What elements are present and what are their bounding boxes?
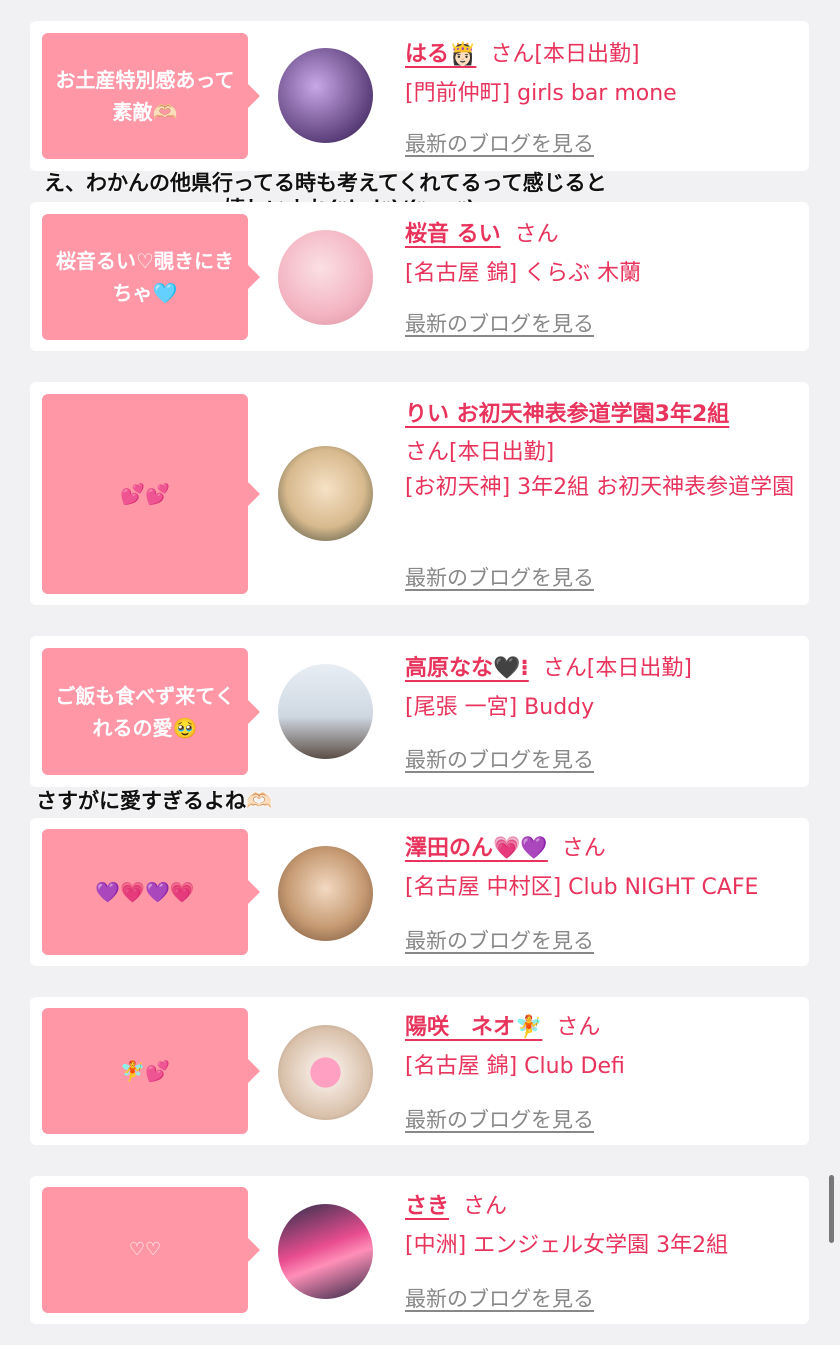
shop-name: [名古屋 錦] くらぶ 木蘭 bbox=[405, 261, 642, 286]
shop-name: [中洲] エンジェル女学園 3年2組 bbox=[405, 1233, 729, 1258]
message-text: 🧚💕 bbox=[120, 1059, 170, 1083]
message-text: 💕💕 bbox=[120, 482, 170, 506]
latest-blog-link[interactable]: 最新のブログを見る bbox=[405, 562, 594, 592]
diary-card: ご飯も食べず来てくれるの愛🥹 高原なな🖤⁝ さん[本日出勤] [尾張 一宮] Bu… bbox=[30, 636, 809, 787]
shop-name: [門前仲町] girls bar mone bbox=[405, 81, 677, 106]
shop-name: [尾張 一宮] Buddy bbox=[405, 695, 595, 720]
message-text: 💜💗💜💗 bbox=[95, 880, 195, 904]
diary-card: 💜💗💜💗 澤田のん💗💜 さん [名古屋 中村区] Club NIGHT CAFE … bbox=[30, 818, 809, 966]
diary-card: 桜音るい♡覗きにきちゃ🩵 桜音 るい さん [名古屋 錦] くらぶ 木蘭 最新のブ… bbox=[30, 202, 809, 351]
latest-blog-link[interactable]: 最新のブログを見る bbox=[405, 1104, 594, 1134]
cast-name-link[interactable]: りい お初天神表参道学園3年2組 bbox=[405, 402, 729, 427]
avatar[interactable] bbox=[278, 1204, 373, 1299]
message-text: ♡♡ bbox=[128, 1239, 162, 1260]
cast-name-link[interactable]: さき bbox=[405, 1194, 449, 1219]
message-text: お土産特別感あって素敵🫶🏻 bbox=[55, 68, 235, 124]
status-badge: [本日出勤] bbox=[534, 42, 640, 67]
shop-name: [名古屋 錦] Club Defi bbox=[405, 1054, 625, 1079]
diary-card: 💕💕 りい お初天神表参道学園3年2組 さん[本日出勤] [お初天神] 3年2組… bbox=[30, 382, 809, 605]
avatar[interactable] bbox=[278, 446, 373, 541]
latest-blog-link[interactable]: 最新のブログを見る bbox=[405, 1283, 594, 1313]
avatar[interactable] bbox=[278, 664, 373, 759]
status-badge: [本日出勤] bbox=[449, 440, 555, 465]
san-suffix: さん bbox=[542, 656, 587, 681]
message-bubble: 💜💗💜💗 bbox=[42, 829, 260, 955]
san-suffix: さん bbox=[556, 1015, 601, 1040]
avatar[interactable] bbox=[278, 48, 373, 143]
message-bubble: 🧚💕 bbox=[42, 1008, 260, 1134]
san-suffix: さん bbox=[463, 1194, 508, 1219]
avatar[interactable] bbox=[278, 230, 373, 325]
message-bubble: 桜音るい♡覗きにきちゃ🩵 bbox=[42, 214, 260, 340]
shop-name: [お初天神] 3年2組 お初天神表参道学園 bbox=[405, 475, 795, 500]
diary-card: 🧚💕 陽咲 ネオ🧚 さん [名古屋 錦] Club Defi 最新のブログを見る bbox=[30, 997, 809, 1145]
status-badge: [本日出勤] bbox=[586, 656, 692, 681]
message-bubble: ご飯も食べず来てくれるの愛🥹 bbox=[42, 648, 260, 775]
shop-name: [名古屋 中村区] Club NIGHT CAFE bbox=[405, 875, 759, 900]
cast-name-link[interactable]: はる👸🏻 bbox=[405, 42, 476, 67]
diary-card: お土産特別感あって素敵🫶🏻 はる👸🏻 さん[本日出勤] [門前仲町] girls … bbox=[30, 21, 809, 171]
cast-name-link[interactable]: 澤田のん💗💜 bbox=[405, 836, 548, 861]
san-suffix: さん bbox=[490, 42, 535, 67]
latest-blog-link[interactable]: 最新のブログを見る bbox=[405, 925, 594, 955]
latest-blog-link[interactable]: 最新のブログを見る bbox=[405, 308, 594, 338]
avatar[interactable] bbox=[278, 1025, 373, 1120]
cast-name-link[interactable]: 高原なな🖤⁝ bbox=[405, 656, 529, 681]
cast-name-link[interactable]: 陽咲 ネオ🧚 bbox=[405, 1015, 542, 1040]
overlay-caption: え、わかんの他県行ってる時も考えてくれてるって感じると bbox=[44, 171, 607, 195]
overlay-caption: さすがに愛すぎるよね🫶🏻 bbox=[36, 789, 273, 813]
latest-blog-link[interactable]: 最新のブログを見る bbox=[405, 744, 594, 774]
san-suffix: さん bbox=[561, 836, 606, 861]
message-text: 桜音るい♡覗きにきちゃ🩵 bbox=[56, 249, 234, 305]
diary-card: ♡♡ さき さん [中洲] エンジェル女学園 3年2組 最新のブログを見る bbox=[30, 1176, 809, 1324]
scrollbar[interactable] bbox=[829, 1175, 834, 1243]
cast-name-link[interactable]: 桜音 るい bbox=[405, 222, 501, 247]
san-suffix: さん bbox=[405, 440, 450, 465]
message-bubble: ♡♡ bbox=[42, 1187, 260, 1313]
avatar[interactable] bbox=[278, 846, 373, 941]
message-bubble: 💕💕 bbox=[42, 394, 260, 594]
message-text: ご飯も食べず来てくれるの愛🥹 bbox=[55, 683, 235, 740]
san-suffix: さん bbox=[514, 222, 559, 247]
latest-blog-link[interactable]: 最新のブログを見る bbox=[405, 128, 594, 158]
message-bubble: お土産特別感あって素敵🫶🏻 bbox=[42, 33, 260, 159]
